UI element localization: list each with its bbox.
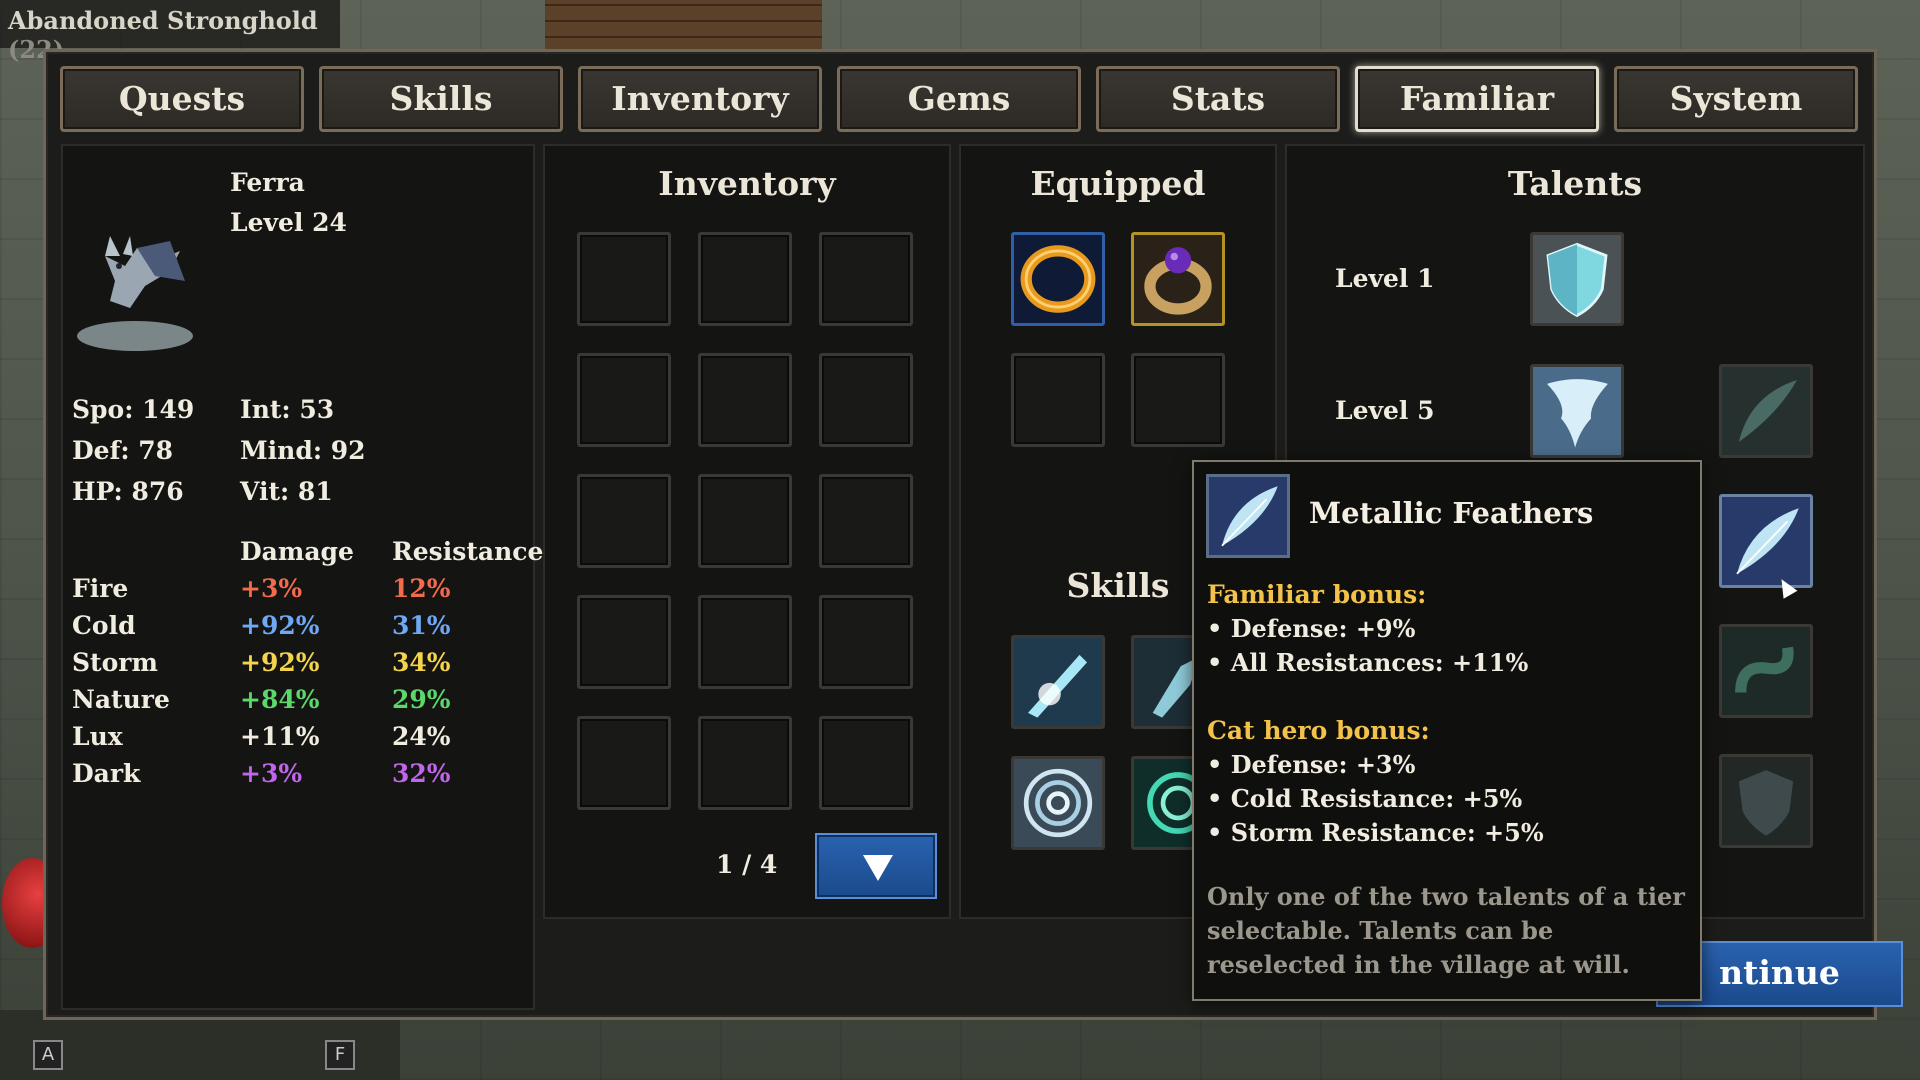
fire-resistance: 12% [392,574,451,603]
inventory-slot[interactable] [698,716,792,810]
element-dark: Dark [72,759,141,788]
equipped-title: Equipped [1030,164,1206,203]
element-lux: Lux [72,722,123,751]
gold-ring-icon [1014,235,1102,323]
familiar-level: Level 24 [230,208,347,237]
inventory-slot[interactable] [698,474,792,568]
dark-shield-icon [1722,757,1810,845]
inventory-slot[interactable] [577,716,671,810]
talent-slot[interactable] [1530,364,1624,458]
storm-resistance: 34% [392,648,451,677]
familiar-bonus-header: Familiar bonus: [1207,580,1427,609]
cat-bonus-line: • Defense: +3% [1207,750,1416,779]
cat-bonus-line: • Storm Resistance: +5% [1207,818,1544,847]
cat-bonus-line: • Cold Resistance: +5% [1207,784,1523,813]
resistance-header: Resistance [392,537,544,566]
cold-damage: +92% [240,611,320,640]
stat-int: Int: 53 [240,395,335,424]
dark-resistance: 32% [392,759,451,788]
ice-shard-icon [1014,638,1102,726]
serpent-icon [1722,627,1810,715]
talent-slot[interactable] [1530,232,1624,326]
familiar-name: Ferra [230,168,305,197]
talents-title: Talents [1507,164,1643,203]
tooltip-note: Only one of the two talents of a tier se… [1207,882,1685,979]
shield-icon [1533,235,1621,323]
nature-resistance: 29% [392,685,451,714]
inventory-slot[interactable] [819,716,913,810]
storm-damage: +92% [240,648,320,677]
stat-spo: Spo: 149 [72,395,195,424]
talent-slot-selected[interactable] [1719,494,1813,588]
inventory-slot[interactable] [577,595,671,689]
tab-skills[interactable]: Skills [319,66,563,132]
stat-def: Def: 78 [72,436,174,465]
cat-bonus-header: Cat hero bonus: [1207,716,1430,745]
equipped-slot-empty[interactable] [1131,353,1225,447]
familiar-bonus-line: • All Resistances: +11% [1207,648,1529,677]
familiar-bonus-line: • Defense: +9% [1207,614,1416,643]
area-title: Abandoned Stronghold (22) [0,0,340,64]
inventory-slot[interactable] [577,474,671,568]
talent-slot[interactable] [1719,364,1813,458]
inventory-page-indicator: 1 / 4 [716,850,778,879]
stat-mind: Mind: 92 [240,436,366,465]
talent-tooltip: Metallic Feathers Familiar bonus: • Defe… [1192,460,1702,1001]
lux-damage: +11% [240,722,320,751]
talent-slot[interactable] [1719,624,1813,718]
dark-damage: +3% [240,759,303,788]
tooltip-title: Metallic Feathers [1309,496,1594,530]
element-fire: Fire [72,574,129,603]
stat-hp: HP: 876 [72,477,184,506]
talent-level-1-label: Level 1 [1335,264,1435,293]
nature-damage: +84% [240,685,320,714]
equipped-slot-ring-2[interactable] [1131,232,1225,326]
tab-quests[interactable]: Quests [60,66,304,132]
talent-level-5-label: Level 5 [1335,396,1435,425]
familiar-portrait-icon [77,236,193,351]
tab-stats[interactable]: Stats [1096,66,1340,132]
inventory-slot[interactable] [819,232,913,326]
dark-leaf-icon [1722,367,1810,455]
inventory-slot[interactable] [698,232,792,326]
tab-familiar[interactable]: Familiar [1355,66,1599,132]
hotkey-f: F [325,1040,355,1070]
inventory-slot[interactable] [819,353,913,447]
cold-resistance: 31% [392,611,451,640]
inventory-slot[interactable] [698,353,792,447]
lux-resistance: 24% [392,722,451,751]
fire-damage: +3% [240,574,303,603]
talent-slot[interactable] [1719,754,1813,848]
tornado-icon [1533,367,1621,455]
area-name: Abandoned Stronghold [8,6,318,35]
whirlwind-icon [1014,759,1102,847]
element-nature: Nature [72,685,170,714]
inventory-slot[interactable] [698,595,792,689]
inventory-slot[interactable] [577,232,671,326]
element-storm: Storm [72,648,158,677]
amethyst-ring-icon [1134,235,1222,323]
skill-slot[interactable] [1011,756,1105,850]
inventory-slot[interactable] [819,595,913,689]
equipped-slot-empty[interactable] [1011,353,1105,447]
skill-slot[interactable] [1011,635,1105,729]
inventory-slot[interactable] [819,474,913,568]
tab-gems[interactable]: Gems [837,66,1081,132]
inventory-next-page-button[interactable] [815,833,937,899]
element-cold: Cold [72,611,136,640]
damage-header: Damage [240,537,354,566]
feather-icon [1722,497,1810,585]
familiar-inventory-panel: Inventory 1 / 4 [543,144,951,919]
inventory-title: Inventory [658,164,836,203]
inventory-slot[interactable] [577,353,671,447]
hotkey-a: A [33,1040,63,1070]
background-brick [545,0,822,52]
tab-inventory[interactable]: Inventory [578,66,822,132]
tab-system[interactable]: System [1614,66,1858,132]
tooltip-feather-icon [1206,474,1290,558]
equipped-slot-ring-1[interactable] [1011,232,1105,326]
chevron-down-icon [863,855,893,881]
familiar-stats-panel: Ferra Level 24 Spo: 149 Int: 53 Def: 78 … [61,144,543,1010]
stat-vit: Vit: 81 [240,477,333,506]
